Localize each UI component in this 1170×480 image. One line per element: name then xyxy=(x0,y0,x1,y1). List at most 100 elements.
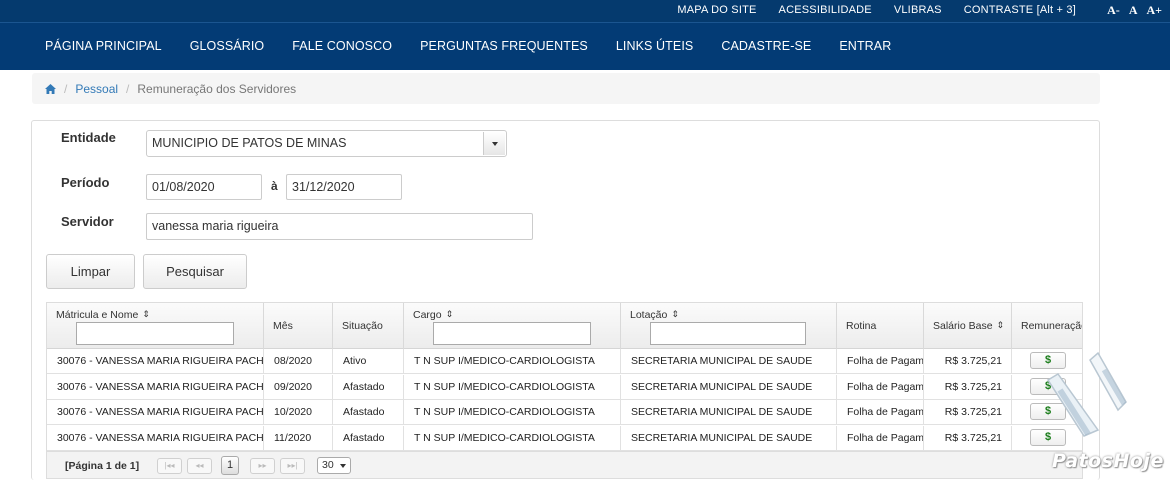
cell-situacao: Afastado xyxy=(333,425,404,451)
vlibras-link[interactable]: VLIBRAS xyxy=(894,4,942,16)
breadcrumb: / Pessoal / Remuneração dos Servidores xyxy=(32,73,1100,104)
column-header-cargo[interactable]: Cargo ⇕ xyxy=(404,303,621,349)
column-header-lotacao[interactable]: Lotação ⇕ xyxy=(621,303,837,349)
filter-nome-input[interactable] xyxy=(76,322,234,345)
cell-lotacao: SECRETARIA MUNICIPAL DE SAUDE xyxy=(621,400,837,425)
period-end-input[interactable]: 31/12/2020 xyxy=(286,174,402,200)
search-button[interactable]: Pesquisar xyxy=(143,254,247,289)
cell-nome: 30076 - VANESSA MARIA RIGUEIRA PACHECO xyxy=(47,400,264,425)
accessibility-link[interactable]: ACESSIBILIDADE xyxy=(779,4,872,16)
sort-icon[interactable]: ⇕ xyxy=(671,309,679,320)
prev-page-icon[interactable]: ◂◂ xyxy=(187,458,212,474)
breadcrumb-separator: / xyxy=(64,81,68,96)
nav-home[interactable]: PÁGINA PRINCIPAL xyxy=(45,39,162,53)
font-reset-button[interactable]: A xyxy=(1129,3,1138,18)
results-grid: Mátricula e Nome ⇕ Mês Situação Cargo ⇕ Lo… xyxy=(46,302,1083,479)
watermark-logo-icon xyxy=(1046,351,1127,437)
watermark-text: PatosHoje xyxy=(1052,450,1164,472)
cell-mes: 10/2020 xyxy=(264,400,333,425)
cell-cargo: T N SUP I/MEDICO-CARDIOLOGISTA xyxy=(404,425,621,451)
column-header-salario[interactable]: Salário Base ⇕ xyxy=(924,303,1012,349)
main-nav: PÁGINA PRINCIPAL GLOSSÁRIO FALE CONOSCO … xyxy=(0,22,1170,70)
column-header-mes[interactable]: Mês xyxy=(264,303,333,349)
cell-lotacao: SECRETARIA MUNICIPAL DE SAUDE xyxy=(621,349,837,374)
cell-rotina: Folha de Pagamento xyxy=(837,425,924,451)
entidade-value: MUNICIPIO DE PATOS DE MINAS xyxy=(152,136,347,150)
contrast-link[interactable]: CONTRASTE [Alt + 3] xyxy=(964,4,1076,16)
chevron-down-icon[interactable] xyxy=(483,132,505,155)
cell-rotina: Folha de Pagamento xyxy=(837,400,924,425)
cell-situacao: Afastado xyxy=(333,374,404,400)
cell-mes: 09/2020 xyxy=(264,374,333,400)
nav-contact[interactable]: FALE CONOSCO xyxy=(292,39,392,53)
last-page-icon[interactable]: ▸▸| xyxy=(280,458,305,474)
table-row: 30076 - VANESSA MARIA RIGUEIRA PACHECO 09… xyxy=(47,374,1082,400)
header-label: Remuneração xyxy=(1021,320,1083,332)
breadcrumb-section-link[interactable]: Pessoal xyxy=(75,82,118,96)
nav-register[interactable]: CADASTRE-SE xyxy=(721,39,811,53)
period-separator: à xyxy=(271,179,278,193)
nav-glossary[interactable]: GLOSSÁRIO xyxy=(190,39,265,53)
grid-header: Mátricula e Nome ⇕ Mês Situação Cargo ⇕ Lo… xyxy=(47,303,1082,349)
period-start-input[interactable]: 01/08/2020 xyxy=(146,174,262,200)
nav-links[interactable]: LINKS ÚTEIS xyxy=(616,39,694,53)
cell-situacao: Ativo xyxy=(333,349,404,374)
breadcrumb-current: Remuneração dos Servidores xyxy=(137,81,297,96)
cell-salario: R$ 3.725,21 xyxy=(924,425,1012,451)
utility-links: MAPA DO SITE ACESSIBILIDADE VLIBRAS CONT… xyxy=(677,4,1076,16)
cell-rotina: Folha de Pagamento xyxy=(837,349,924,374)
servidor-label: Servidor xyxy=(61,214,114,229)
cell-cargo: T N SUP I/MEDICO-CARDIOLOGISTA xyxy=(404,374,621,400)
column-header-remuneracao[interactable]: Remuneração xyxy=(1012,303,1083,349)
sort-icon[interactable]: ⇕ xyxy=(446,309,454,320)
filter-lotacao-input[interactable] xyxy=(650,322,806,345)
cell-cargo: T N SUP I/MEDICO-CARDIOLOGISTA xyxy=(404,400,621,425)
clear-button[interactable]: Limpar xyxy=(46,254,135,289)
column-header-rotina[interactable]: Rotina xyxy=(837,303,924,349)
header-label: Mátricula e Nome xyxy=(56,309,139,321)
cell-nome: 30076 - VANESSA MARIA RIGUEIRA PACHECO xyxy=(47,425,264,451)
sort-icon[interactable]: ⇕ xyxy=(142,309,150,320)
page-size-select[interactable]: 30 xyxy=(317,457,351,474)
cell-lotacao: SECRETARIA MUNICIPAL DE SAUDE xyxy=(621,425,837,451)
cell-cargo: T N SUP I/MEDICO-CARDIOLOGISTA xyxy=(404,349,621,374)
page-size-value: 30 xyxy=(322,459,334,471)
nav-login[interactable]: ENTRAR xyxy=(839,39,891,53)
cell-nome: 30076 - VANESSA MARIA RIGUEIRA PACHECO xyxy=(47,374,264,400)
table-row: 30076 - VANESSA MARIA RIGUEIRA PACHECO 10… xyxy=(47,400,1082,425)
font-size-controls: A- A A+ xyxy=(1107,3,1162,18)
cell-rotina: Folha de Pagamento xyxy=(837,374,924,400)
first-page-icon[interactable]: |◂◂ xyxy=(157,458,182,474)
header-label: Cargo xyxy=(413,309,442,321)
table-row: 30076 - VANESSA MARIA RIGUEIRA PACHECO 08… xyxy=(47,349,1082,374)
header-label: Lotação xyxy=(630,309,668,321)
cell-nome: 30076 - VANESSA MARIA RIGUEIRA PACHECO xyxy=(47,349,264,374)
font-decrease-button[interactable]: A- xyxy=(1107,3,1120,18)
cell-mes: 11/2020 xyxy=(264,425,333,451)
periodo-label: Período xyxy=(61,175,110,190)
servidor-input[interactable]: vanessa maria rigueira xyxy=(146,213,533,240)
cell-mes: 08/2020 xyxy=(264,349,333,374)
cell-salario: R$ 3.725,21 xyxy=(924,400,1012,425)
column-header-nome[interactable]: Mátricula e Nome ⇕ xyxy=(47,303,264,349)
filter-cargo-input[interactable] xyxy=(433,322,591,345)
current-page-button[interactable]: 1 xyxy=(221,456,239,475)
home-icon[interactable] xyxy=(45,83,56,94)
site-map-link[interactable]: MAPA DO SITE xyxy=(677,4,756,16)
table-row: 30076 - VANESSA MARIA RIGUEIRA PACHECO 11… xyxy=(47,425,1082,451)
header-label: Mês xyxy=(273,320,293,332)
header-label: Salário Base xyxy=(933,320,993,332)
utility-bar: MAPA DO SITE ACESSIBILIDADE VLIBRAS CONT… xyxy=(0,0,1170,22)
header-label: Rotina xyxy=(846,320,877,332)
sort-icon[interactable]: ⇕ xyxy=(997,320,1005,331)
breadcrumb-separator: / xyxy=(126,81,130,96)
pager: [Página 1 de 1] |◂◂ ◂◂ 1 ▸▸ ▸▸| 30 xyxy=(47,451,1082,478)
header-label: Situação xyxy=(342,320,383,332)
pager-info: [Página 1 de 1] xyxy=(65,460,140,472)
entidade-select[interactable]: MUNICIPIO DE PATOS DE MINAS xyxy=(146,130,507,157)
next-page-icon[interactable]: ▸▸ xyxy=(250,458,275,474)
column-header-situacao[interactable]: Situação xyxy=(333,303,404,349)
font-increase-button[interactable]: A+ xyxy=(1146,3,1162,18)
nav-faq[interactable]: PERGUNTAS FREQUENTES xyxy=(420,39,588,53)
cell-situacao: Afastado xyxy=(333,400,404,425)
